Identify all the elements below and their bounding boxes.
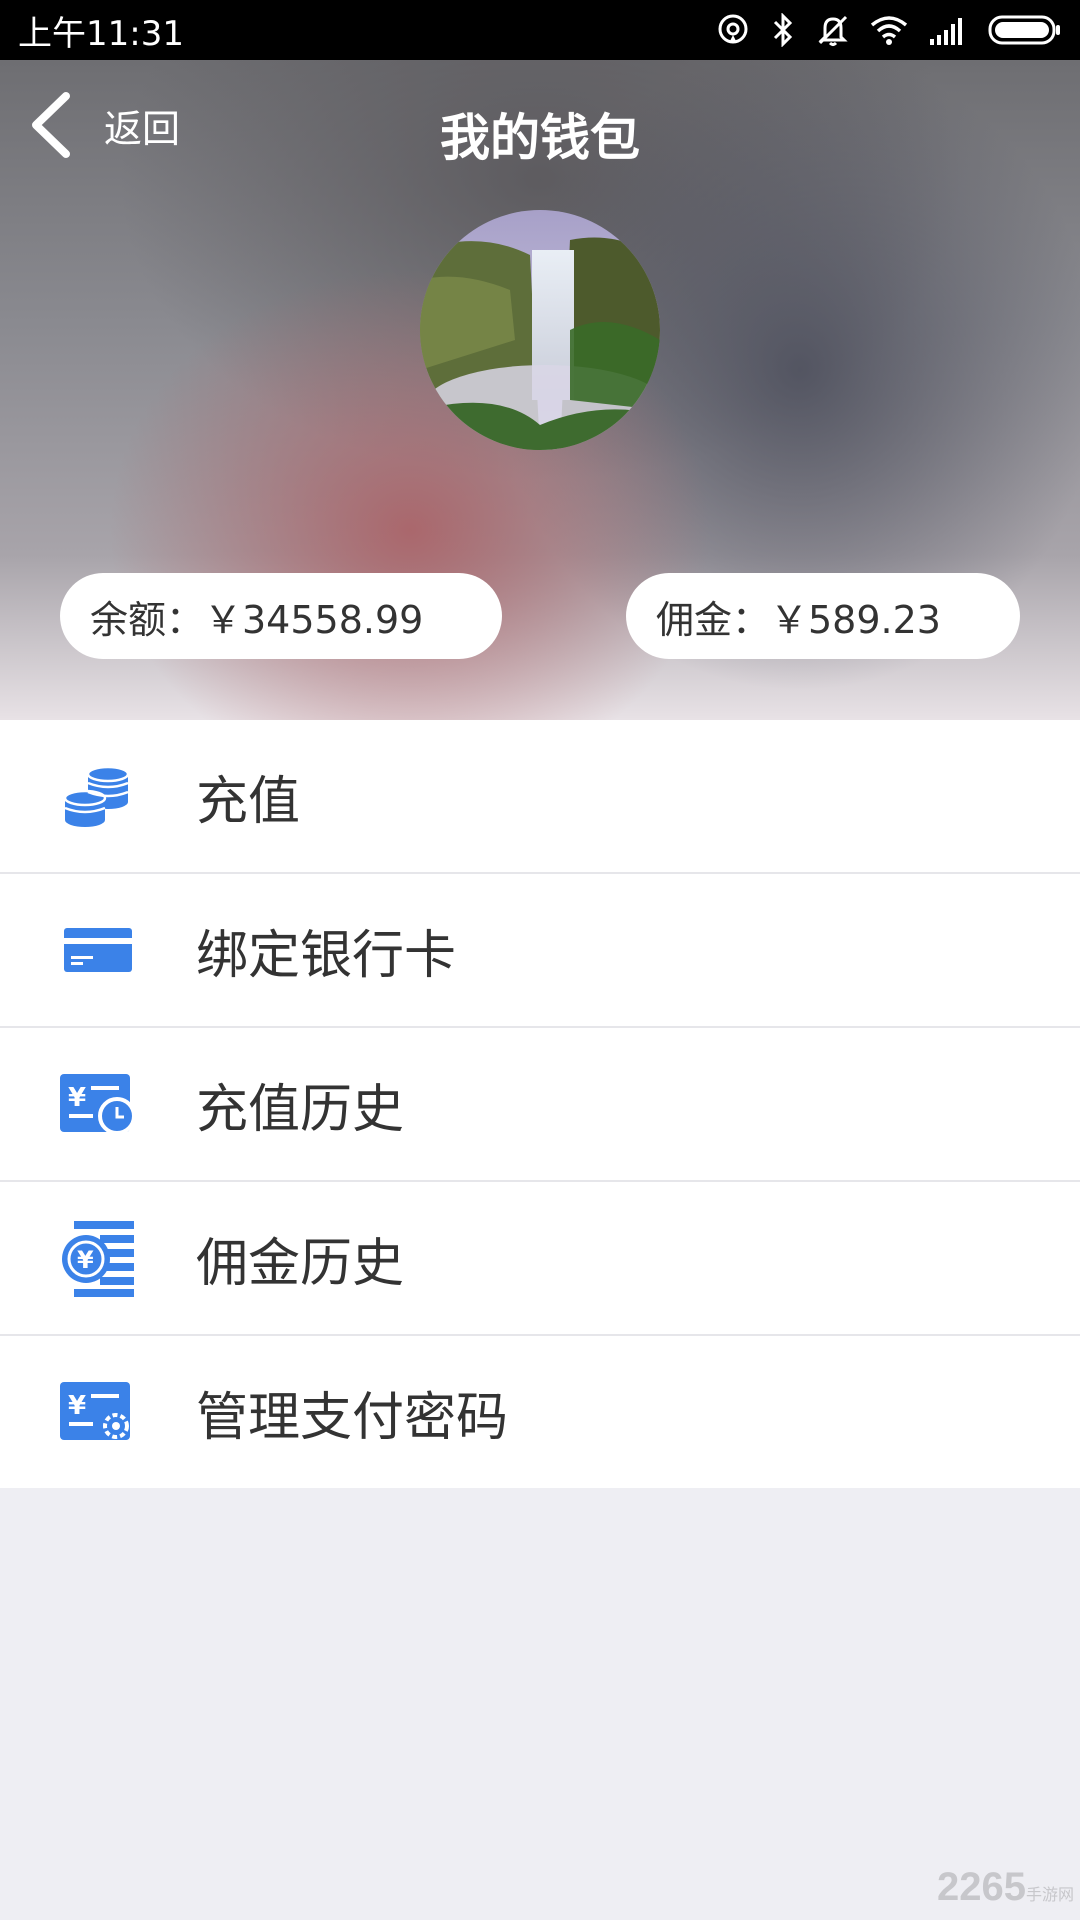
- signal-icon: [930, 18, 962, 45]
- avatar[interactable]: [420, 210, 660, 450]
- svg-text:¥: ¥: [77, 1246, 94, 1274]
- payment-password-icon: ¥: [58, 1372, 138, 1452]
- wifi-icon: [870, 16, 908, 45]
- menu-item-recharge-history[interactable]: ¥ 充值历史: [0, 1028, 1080, 1182]
- avatar-image: [420, 210, 660, 450]
- svg-text:¥: ¥: [68, 1391, 86, 1421]
- watermark-sub: 手游网: [1025, 1887, 1074, 1904]
- wallet-header: 返回 我的钱包 余额：￥34558.99 佣金：￥589.23: [0, 60, 1080, 720]
- menu-label-bind-bank-card: 绑定银行卡: [196, 925, 457, 986]
- bank-card-icon: [58, 910, 138, 990]
- menu-item-commission-history[interactable]: ¥ 佣金历史: [0, 1182, 1080, 1336]
- coins-icon: [58, 756, 138, 836]
- menu-item-bind-bank-card[interactable]: 绑定银行卡: [0, 874, 1080, 1028]
- mute-bell-icon: [818, 15, 848, 46]
- wallet-screen: 上午11:31 返回 我的钱包 余额：￥34558.99 佣金：￥589.23 …: [0, 0, 1080, 1920]
- svg-text:¥: ¥: [68, 1083, 86, 1113]
- balance-pill: 余额：￥34558.99: [60, 573, 502, 659]
- menu-label-recharge: 充值: [196, 771, 301, 832]
- status-time: 上午11:31: [18, 13, 184, 54]
- watermark-main: 2265: [937, 1865, 1026, 1909]
- menu-item-manage-payment-password[interactable]: ¥ 管理支付密码: [0, 1336, 1080, 1488]
- recharge-history-icon: ¥: [58, 1064, 138, 1144]
- battery-icon: [988, 15, 1060, 45]
- page-title: 我的钱包: [440, 109, 640, 167]
- menu-item-recharge[interactable]: 充值: [0, 720, 1080, 874]
- bluetooth-icon: [773, 13, 793, 47]
- menu-label-recharge-history: 充值历史: [196, 1079, 405, 1140]
- watermark: 2265手游网: [937, 1865, 1074, 1910]
- status-bar: 上午11:31: [0, 0, 1080, 60]
- wallet-menu: 充值 绑定银行卡 ¥ 充值历史 ¥ 佣金历史 ¥ 管理支付密码: [0, 720, 1080, 1488]
- menu-label-manage-payment-password: 管理支付密码: [196, 1387, 509, 1448]
- status-icons: [716, 13, 1062, 47]
- commission-history-icon: ¥: [58, 1218, 138, 1298]
- commission-pill: 佣金：￥589.23: [626, 573, 1020, 659]
- menu-label-commission-history: 佣金历史: [196, 1233, 405, 1294]
- hotspot-icon: [718, 14, 748, 44]
